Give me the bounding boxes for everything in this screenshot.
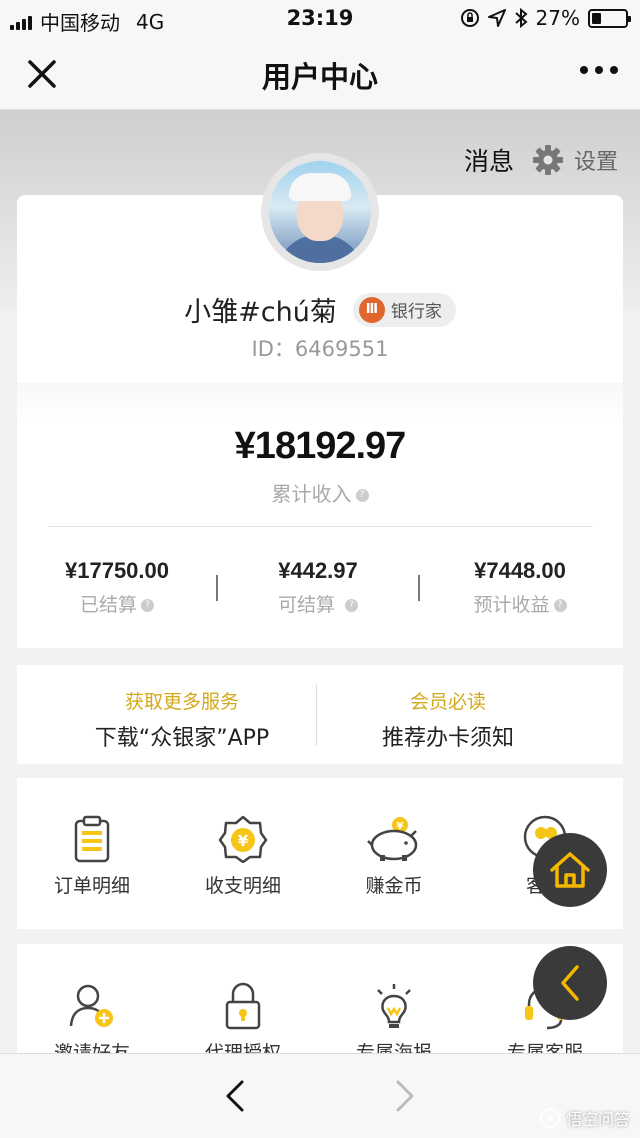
location-icon [487,9,506,27]
stat-available: ¥442.97 可结算? [218,558,418,617]
bluetooth-icon [514,8,528,28]
yuan-badge-icon: ¥ [218,815,268,863]
grid-item-earn-coins[interactable]: ¥ 赚金币 [319,815,469,898]
grid-item-order-details[interactable]: 订单明细 [17,815,167,898]
stat-label: 已结算 [79,594,137,616]
lightbulb-icon [377,984,411,1028]
rotation-lock-icon [460,9,479,27]
chevron-left-icon [561,965,579,1001]
page-title: 用户中心 [261,60,378,94]
total-income-label: 累计收入? [0,478,640,507]
level-badge-label: 银行家 [390,302,442,322]
user-name: 小雏#chú菊 [184,297,337,328]
grid-item-label: 订单明细 [53,875,130,897]
level-badge: Ⅲ 银行家 [352,292,456,327]
battery-percent: 27% [535,6,580,30]
clipboard-icon [74,815,110,863]
stat-expected: ¥7448.00 预计收益? [420,558,620,617]
watermark: 悟空问答 [539,1106,630,1130]
help-icon[interactable]: ? [345,599,358,612]
level-icon: Ⅲ [358,296,385,323]
settings-link[interactable]: 设置 [574,144,618,176]
help-icon[interactable]: ? [141,599,154,612]
browser-toolbar: 悟空问答 [0,1053,640,1138]
header-actions: 消息 设置 [464,142,618,178]
service-text: 推荐办卡须知 [381,726,514,751]
messages-link[interactable]: 消息 [464,142,514,178]
stat-value: ¥442.97 [278,558,358,583]
forward-arrow-icon[interactable] [392,1078,418,1114]
grid-item-label: 收支明细 [204,875,281,897]
home-button[interactable] [533,833,607,907]
stat-label: 预计收益 [473,594,550,616]
svg-text:¥: ¥ [238,832,249,850]
member-notice-link[interactable]: 会员必读 推荐办卡须知 [298,687,598,752]
help-icon[interactable]: ? [553,599,567,612]
stat-value: ¥17750.00 [65,558,169,583]
stat-settled: ¥17750.00 已结算? [17,558,217,617]
gear-icon[interactable] [532,144,564,176]
help-icon[interactable]: ? [355,489,369,502]
service-heading: 获取更多服务 [124,691,239,713]
service-text: 下载“众银家”APP [94,726,270,751]
stat-value: ¥7448.00 [474,558,566,583]
grid-item-transactions[interactable]: ¥ 收支明细 [168,815,318,898]
navigation-bar: 用户中心 [0,36,640,110]
battery-fill [592,12,601,24]
total-income-value: ¥18192.97 [234,425,407,467]
user-id: ID：6469551 [251,337,389,361]
service-heading: 会员必读 [409,691,486,713]
watermark-logo-icon [539,1108,560,1128]
more-options-icon[interactable] [580,66,618,74]
stat-label: 可结算 [277,594,335,616]
back-float-button[interactable] [533,946,607,1020]
status-bar: 中国移动 4G 23:19 27% [0,0,640,36]
avatar[interactable] [261,153,379,271]
download-app-link[interactable]: 获取更多服务 下载“众银家”APP [32,687,332,752]
divider [48,526,593,527]
lock-icon [225,982,261,1030]
watermark-text: 悟空问答 [565,1110,630,1129]
back-arrow-icon[interactable] [222,1078,248,1114]
home-icon [550,852,590,888]
invite-user-icon [69,984,113,1027]
grid-item-label: 赚金币 [365,875,423,897]
piggy-bank-icon: ¥ [367,817,418,861]
total-income-label-text: 累计收入 [271,482,352,506]
battery-icon [588,8,631,28]
profile-name-row: 小雏#chú菊 Ⅲ 银行家 [0,290,640,329]
